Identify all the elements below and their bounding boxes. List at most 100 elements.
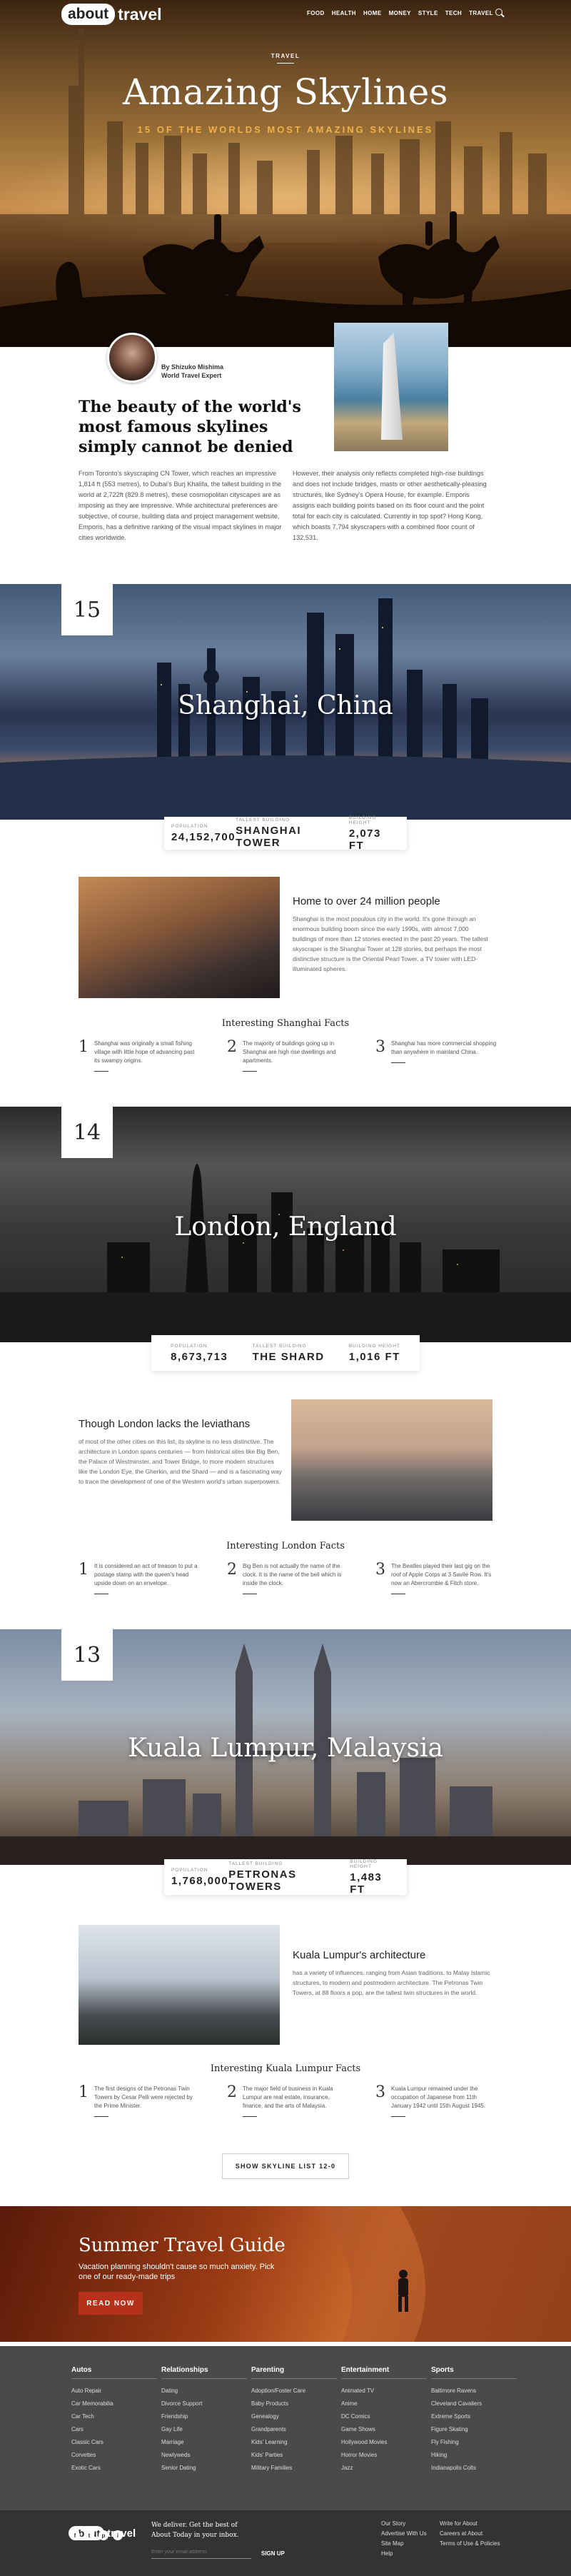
footer-link[interactable]: Senior Dating	[161, 2462, 247, 2475]
fact-text: The major field of business in Kuala Lum…	[243, 2085, 350, 2117]
nav-food[interactable]: FOOD	[307, 10, 325, 16]
footer-link[interactable]: Terms of Use & Policies	[440, 2539, 500, 2549]
footer-link[interactable]: Kids' Learning	[251, 2436, 337, 2449]
footer-link[interactable]: Military Families	[251, 2462, 337, 2475]
footer-link[interactable]: Game Shows	[341, 2423, 427, 2436]
search-icon[interactable]	[495, 9, 502, 16]
footer-link[interactable]: Cars	[71, 2423, 157, 2436]
footer-link[interactable]: Horror Movies	[341, 2449, 427, 2462]
fact-text: It is considered an act of treason to pu…	[94, 1562, 201, 1594]
footer-link[interactable]: Adoption/Foster Care	[251, 2385, 337, 2398]
london-stats: POPULATION 8,673,713 TALLEST BUILDING THE …	[151, 1335, 420, 1371]
pinterest-icon[interactable]: p	[98, 2530, 108, 2540]
site-logo[interactable]: about travel	[61, 1, 162, 27]
footer-link[interactable]: Figure Skating	[431, 2423, 517, 2436]
fact-item: 2 The majority of buildings going up in S…	[227, 1040, 350, 1072]
fact-item: 3 Kuala Lumpur remained under the occupat…	[375, 2085, 498, 2117]
footer-link[interactable]: Auto Repair	[71, 2385, 157, 2398]
shanghai-aerial-photo	[79, 877, 280, 998]
read-now-button[interactable]: READ NOW	[79, 2292, 143, 2315]
footer-link[interactable]: Careers at About	[440, 2529, 500, 2539]
stat-label: TALLEST BUILDING	[236, 817, 290, 822]
footer-link[interactable]: Gay Life	[161, 2423, 247, 2436]
nav-health[interactable]: HEALTH	[332, 10, 356, 16]
footer-link[interactable]: Baltimore Ravens	[431, 2385, 517, 2398]
show-skyline-list-button[interactable]: SHOW SKYLINE LIST 12-0	[222, 2153, 349, 2179]
footer-link[interactable]: Kids' Parties	[251, 2449, 337, 2462]
stat-value: SHANGHAI TOWER	[236, 825, 302, 849]
facts-title: Interesting Kuala Lumpur Facts	[210, 2063, 361, 2074]
footer-link[interactable]: Classic Cars	[71, 2436, 157, 2449]
footer-column-title: Parenting	[251, 2366, 285, 2374]
footer-link[interactable]: Corvettes	[71, 2449, 157, 2462]
facebook-icon[interactable]: f	[70, 2530, 80, 2540]
fact-number: 3	[375, 2083, 385, 2101]
instagram-icon[interactable]: i	[113, 2530, 123, 2540]
kicker-rule	[277, 63, 294, 64]
footer-column-relationships: Relationships Dating Divorce Support Frien…	[161, 2366, 247, 2475]
section-heading: Though London lacks the leviathans	[79, 1418, 251, 1430]
footer-link[interactable]: Newlyweds	[161, 2449, 247, 2462]
footer-link[interactable]: Animated TV	[341, 2385, 427, 2398]
nav-tech[interactable]: TECH	[445, 10, 462, 16]
fact-number: 2	[227, 1561, 237, 1579]
main-nav: FOOD HEALTH HOME MONEY STYLE TECH TRAVEL	[307, 10, 493, 16]
intro-column-1: From Toronto's skyscraping CN Tower, whi…	[79, 470, 282, 541]
footer-link[interactable]: Anime	[341, 2398, 427, 2410]
footer-link[interactable]: Car Tech	[71, 2410, 157, 2423]
footer-link[interactable]: Fly Fishing	[431, 2436, 517, 2449]
footer-rule	[161, 2378, 247, 2379]
logo-word: travel	[118, 4, 162, 24]
nav-home[interactable]: HOME	[363, 10, 382, 16]
footer-link[interactable]: Site Map	[381, 2539, 427, 2549]
footer-link[interactable]: Extreme Sports	[431, 2410, 517, 2423]
footer-link[interactable]: Exotic Cars	[71, 2462, 157, 2475]
hero-subtitle: 15 OF THE WORLDS MOST AMAZING SKYLINES	[137, 124, 434, 135]
footer-column-sports: Sports Baltimore Ravens Cleveland Cavalie…	[431, 2366, 517, 2475]
footer-link[interactable]: DC Comics	[341, 2410, 427, 2423]
summer-travel-guide-promo: Summer Travel Guide Vacation planning sh…	[0, 2206, 571, 2342]
stat-building-height: BUILDING HEIGHT 1,016 FT	[349, 1344, 400, 1363]
stat-value: 24,152,700	[171, 830, 236, 843]
nav-style[interactable]: STYLE	[418, 10, 438, 16]
footer-link[interactable]: Genealogy	[251, 2410, 337, 2423]
nav-travel[interactable]: TRAVEL	[469, 10, 493, 16]
stat-building-height: BUILDING HEIGHT 1,483 FT	[350, 1859, 400, 1896]
sign-up-button[interactable]: SIGN UP	[261, 2549, 285, 2559]
footer-column-entertainment: Entertainment Animated TV Anime DC Comics G…	[341, 2366, 427, 2475]
hero-banner: about travel FOOD HEALTH HOME MONEY STYL…	[0, 0, 571, 347]
footer-link[interactable]: Advertise With Us	[381, 2529, 427, 2539]
footer-link[interactable]: Write for About	[440, 2519, 500, 2529]
footer-link[interactable]: Dating	[161, 2385, 247, 2398]
footer-link[interactable]: Jazz	[341, 2462, 427, 2475]
footer-link[interactable]: Indianapolis Colts	[431, 2462, 517, 2475]
stat-value: 1,016 FT	[348, 1350, 400, 1363]
footer-link[interactable]: Marriage	[161, 2436, 247, 2449]
footer-link[interactable]: Baby Products	[251, 2398, 337, 2410]
fact-number: 1	[79, 2083, 89, 2101]
stat-building-height: BUILDING HEIGHT 2,073 FT	[349, 815, 400, 852]
fact-item: 3 Shanghai has more commercial shopping t…	[375, 1040, 498, 1063]
footer-link[interactable]: Cleveland Cavaliers	[431, 2398, 517, 2410]
fact-text: Shanghai has more commercial shopping th…	[391, 1040, 498, 1063]
footer-link[interactable]: Hiking	[431, 2449, 517, 2462]
footer-link[interactable]: Friendship	[161, 2410, 247, 2423]
twitter-icon[interactable]: t	[84, 2530, 94, 2540]
fact-item: 1 The first designs of the Petronas Twin …	[79, 2085, 201, 2117]
footer-link[interactable]: Help	[381, 2549, 427, 2559]
footer-link[interactable]: Hollywood Movies	[341, 2436, 427, 2449]
kuala-lumpur-stats: POPULATION 1,768,000 TALLEST BUILDING PETR…	[164, 1859, 407, 1896]
footer-link[interactable]: Divorce Support	[161, 2398, 247, 2410]
nav-money[interactable]: MONEY	[389, 10, 411, 16]
footer-link[interactable]: Car Memorabilia	[71, 2398, 157, 2410]
fact-number: 1	[79, 1038, 89, 1056]
newsletter-email-input[interactable]	[151, 2546, 251, 2559]
footer-link[interactable]: Our Story	[381, 2519, 427, 2529]
stat-tallest-building: TALLEST BUILDING PETRONAS TOWERS	[228, 1861, 350, 1893]
fact-number: 2	[227, 2083, 237, 2101]
facts-title: Interesting London Facts	[226, 1541, 345, 1551]
stat-label: TALLEST BUILDING	[252, 1343, 307, 1349]
city-title: London, England	[174, 1212, 397, 1242]
footer-link[interactable]: Grandparents	[251, 2423, 337, 2436]
fact-number: 1	[79, 1561, 89, 1579]
